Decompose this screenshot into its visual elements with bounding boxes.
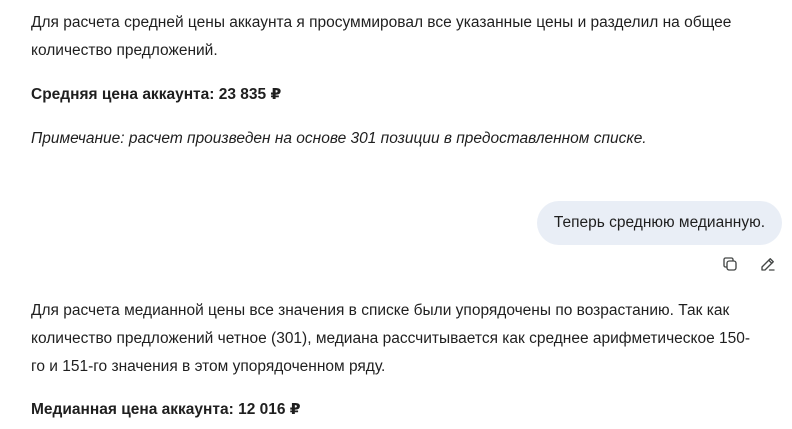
message-text-line: Для расчета медианной цены все значения …: [31, 302, 730, 319]
user-message-actions: [720, 256, 778, 276]
message-text-line: количество предложений четное (301), мед…: [31, 330, 751, 347]
calculation-note: Примечание: расчет произведен на основе …: [31, 130, 647, 147]
user-message-bubble: Теперь среднюю медианную.: [536, 201, 782, 245]
pencil-icon: [759, 255, 777, 278]
message-text-line: количество предложений.: [31, 42, 218, 59]
edit-button[interactable]: [758, 256, 778, 276]
message-text-line: го и 151-го значения в этом упорядоченно…: [31, 358, 386, 375]
average-price-result: Средняя цена аккаунта: 23 835 ₽: [31, 86, 282, 103]
user-message-text: Теперь среднюю медианную.: [553, 214, 765, 231]
copy-icon: [721, 255, 739, 278]
median-price-result: Медианная цена аккаунта: 12 016 ₽: [31, 401, 301, 418]
copy-button[interactable]: [720, 256, 740, 276]
chat-container: Для расчета средней цены аккаунта я прос…: [0, 0, 792, 429]
message-text-line: Для расчета средней цены аккаунта я прос…: [31, 14, 732, 31]
